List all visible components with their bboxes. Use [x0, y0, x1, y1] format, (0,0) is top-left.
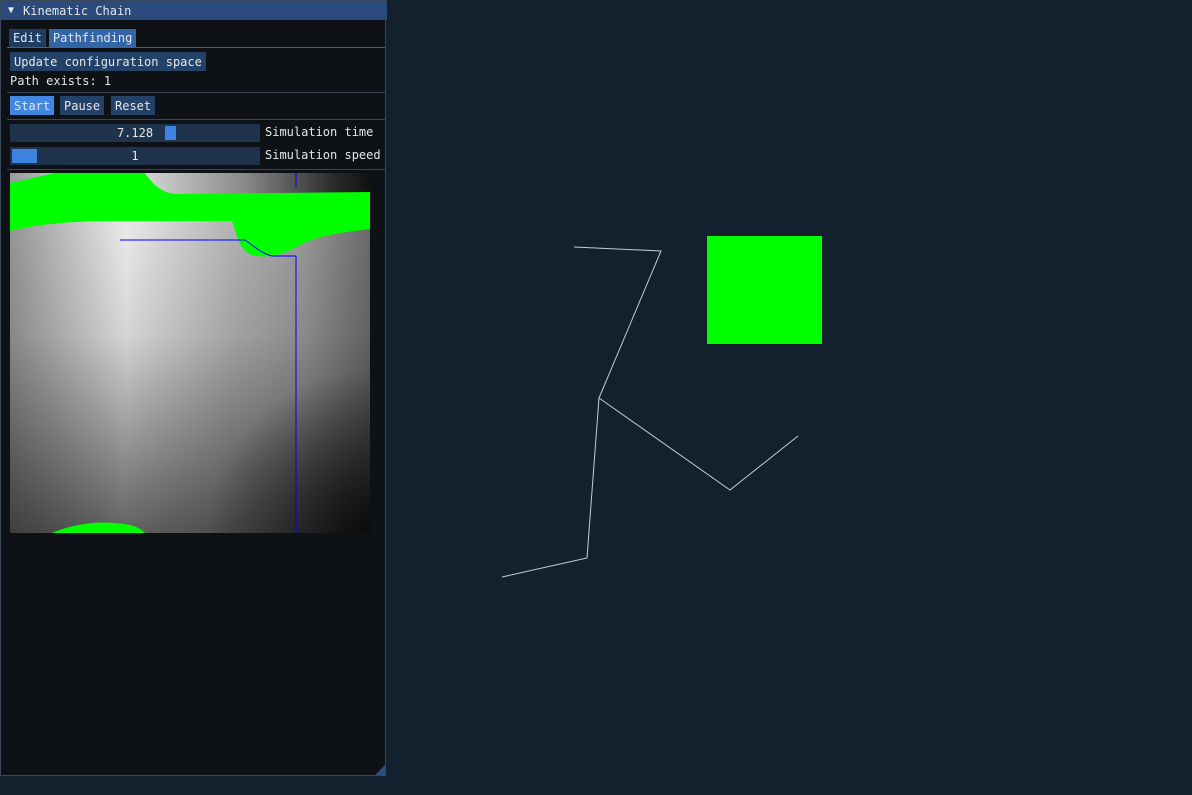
separator	[7, 119, 385, 120]
app-canvas: ▼ Kinematic Chain Edit Pathfinding Updat…	[0, 0, 1192, 795]
reset-button[interactable]: Reset	[111, 96, 156, 115]
simulation-time-value: 7.128	[116, 126, 154, 140]
update-configuration-space-button[interactable]: Update configuration space	[10, 52, 206, 71]
tab-edit[interactable]: Edit	[9, 29, 46, 47]
simulation-speed-slider[interactable]: 1	[10, 147, 260, 165]
tab-bar: Edit Pathfinding	[9, 29, 137, 47]
tab-underline	[7, 47, 385, 48]
collapse-arrow-icon[interactable]: ▼	[8, 5, 14, 16]
configuration-space-image[interactable]	[10, 173, 370, 533]
simulation-speed-label: Simulation speed	[265, 148, 381, 162]
workspace-view[interactable]	[388, 0, 1192, 795]
panel-titlebar[interactable]: ▼ Kinematic Chain	[1, 1, 387, 20]
separator	[7, 169, 385, 170]
panel-title: Kinematic Chain	[23, 3, 132, 18]
obstacle-square[interactable]	[707, 236, 822, 344]
resize-grip-icon[interactable]	[375, 765, 385, 775]
path-exists-text: Path exists: 1	[10, 74, 112, 88]
pause-button[interactable]: Pause	[60, 96, 105, 115]
simulation-time-label: Simulation time	[265, 125, 374, 139]
separator	[7, 92, 385, 93]
tab-pathfinding[interactable]: Pathfinding	[48, 29, 137, 47]
simulation-speed-value: 1	[131, 149, 139, 163]
kinematic-chain-panel: ▼ Kinematic Chain Edit Pathfinding Updat…	[0, 0, 387, 776]
simulation-time-slider[interactable]: 7.128	[10, 124, 260, 142]
start-button[interactable]: Start	[10, 96, 55, 115]
kinematic-chain-arm[interactable]	[501, 397, 600, 578]
